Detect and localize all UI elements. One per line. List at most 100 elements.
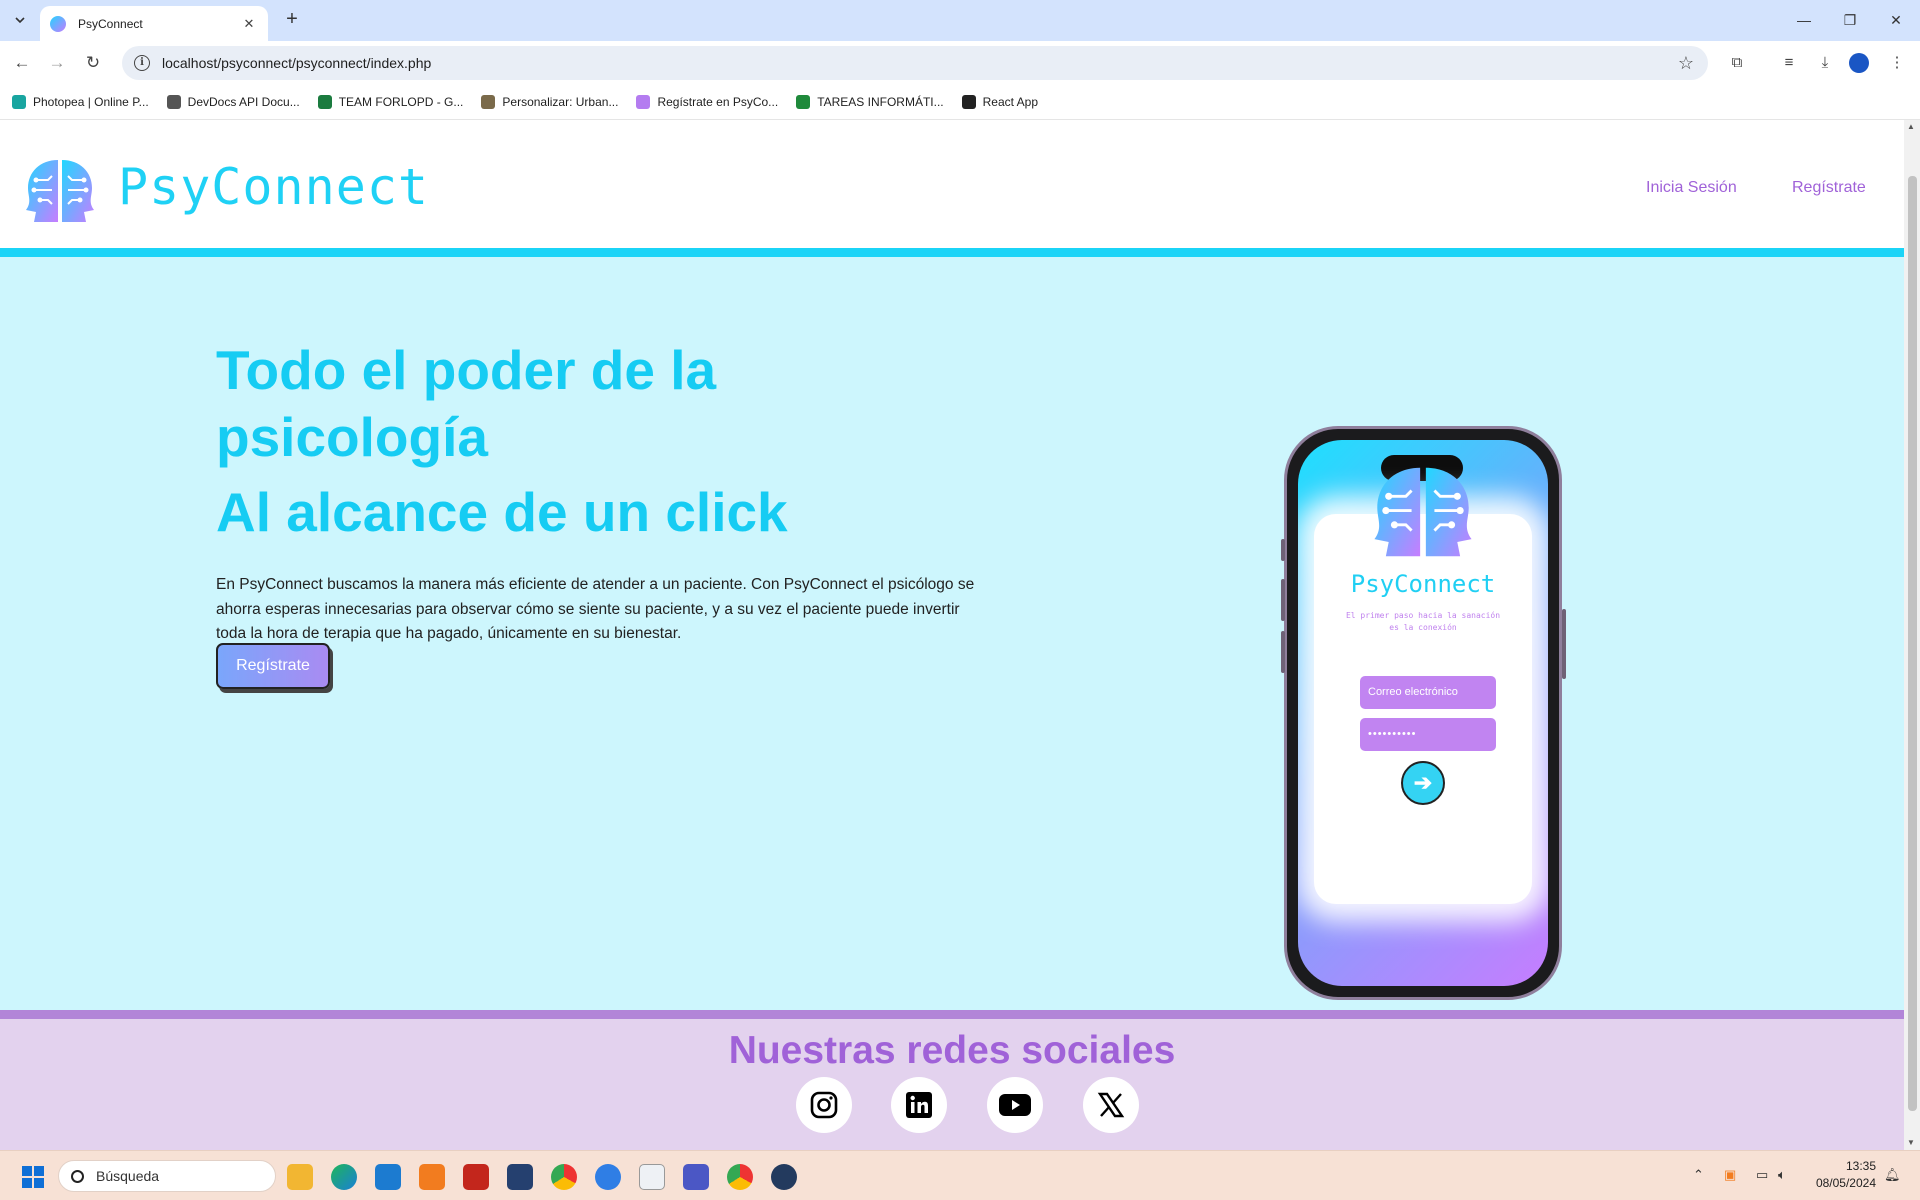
- forward-button[interactable]: →: [44, 50, 70, 76]
- bookmark-item[interactable]: Personalizar: Urban...: [481, 94, 619, 109]
- bookmark-label: DevDocs API Docu...: [187, 94, 300, 109]
- profile-avatar[interactable]: [1849, 53, 1869, 73]
- taskbar-clock[interactable]: 13:35 08/05/2024: [1806, 1158, 1876, 1192]
- volume-icon[interactable]: 🔈︎: [1778, 1167, 1786, 1183]
- mockup-password-field: ••••••••••: [1360, 718, 1496, 751]
- mockup-arrow-right-icon: ➔: [1401, 761, 1445, 805]
- bookmark-item[interactable]: TEAM FORLOPD - G...: [317, 94, 464, 109]
- bookmark-label: React App: [982, 94, 1039, 109]
- bookmark-label: Regístrate en PsyCo...: [657, 94, 779, 109]
- scroll-up-icon[interactable]: ▲: [1907, 122, 1915, 131]
- bookmark-favicon-icon: [961, 94, 976, 109]
- address-bar[interactable]: i localhost/psyconnect/psyconnect/index.…: [122, 46, 1708, 80]
- bookmarks-bar: Photopea | Online P... DevDocs API Docu..…: [0, 84, 1920, 120]
- new-tab-button[interactable]: +: [280, 8, 304, 32]
- tab-title: PsyConnect: [78, 16, 143, 31]
- restore-button[interactable]: ❐: [1838, 10, 1862, 30]
- notepad-icon[interactable]: [639, 1164, 665, 1190]
- mockup-brand: PsyConnect: [1350, 570, 1496, 598]
- bookmark-item[interactable]: React App: [961, 94, 1039, 109]
- psyconnect-favicon-icon: [50, 15, 66, 32]
- xampp-icon[interactable]: [419, 1164, 445, 1190]
- media-controls-icon[interactable]: ≡: [1778, 53, 1800, 73]
- register-cta-button[interactable]: Regístrate: [216, 643, 330, 689]
- windows-start-icon[interactable]: [22, 1166, 44, 1188]
- clock-date: 08/05/2024: [1815, 1176, 1876, 1190]
- bookmark-favicon-icon: [12, 94, 26, 109]
- x-twitter-icon[interactable]: [1083, 1077, 1139, 1133]
- filezilla-icon[interactable]: [463, 1164, 489, 1190]
- page-viewport: PsyConnect Inicia Sesión Regístrate Todo…: [0, 120, 1904, 1150]
- vscode-icon[interactable]: [375, 1164, 401, 1190]
- bookmark-favicon-icon: [796, 94, 811, 109]
- bookmark-item[interactable]: TAREAS INFORMÁTI...: [796, 94, 944, 109]
- bookmark-item[interactable]: Regístrate en PsyCo...: [636, 94, 779, 109]
- mockup-logo-icon: [1374, 467, 1472, 557]
- bookmark-favicon-icon: [636, 94, 651, 109]
- tray-overflow-icon[interactable]: ⌃: [1693, 1167, 1704, 1183]
- chrome-profile-icon[interactable]: [727, 1164, 753, 1190]
- back-button[interactable]: ←: [9, 50, 35, 76]
- phone-side-button: [1281, 539, 1285, 561]
- scrollbar-thumb[interactable]: [1908, 176, 1917, 1111]
- taskbar-search-placeholder: Búsqueda: [96, 1168, 160, 1184]
- chrome-icon[interactable]: [551, 1164, 577, 1190]
- psyconnect-logo-icon[interactable]: [22, 156, 98, 226]
- bookmark-favicon-icon: [166, 94, 181, 109]
- brand-name[interactable]: PsyConnect: [118, 158, 429, 216]
- bookmark-label: TEAM FORLOPD - G...: [338, 94, 464, 109]
- clock-time: 13:35: [1845, 1159, 1876, 1173]
- hero-title: Todo el poder de la psicología: [216, 339, 717, 468]
- bookmark-favicon-icon: [317, 94, 332, 109]
- browser-toolbar: ← → ↻ i localhost/psyconnect/psyconnect/…: [0, 41, 1920, 84]
- bookmark-item[interactable]: DevDocs API Docu...: [166, 94, 300, 109]
- hero-section: Todo el poder de la psicología Al alcanc…: [0, 257, 1904, 1010]
- instagram-icon[interactable]: [796, 1077, 852, 1133]
- scroll-down-icon[interactable]: ▼: [1907, 1138, 1915, 1147]
- tab-search-button[interactable]: [8, 8, 32, 32]
- url-text[interactable]: localhost/psyconnect/psyconnect/index.ph…: [162, 55, 1678, 71]
- bookmark-favicon-icon: [481, 94, 496, 109]
- bookmark-item[interactable]: Photopea | Online P...: [12, 94, 149, 109]
- site-info-icon[interactable]: i: [134, 55, 150, 71]
- phone-screen: PsyConnect El primer paso hacia la sanac…: [1298, 440, 1548, 986]
- hero-subtitle: Al alcance de un click: [216, 481, 788, 543]
- close-window-button[interactable]: ✕: [1884, 10, 1908, 30]
- edge-icon[interactable]: [331, 1164, 357, 1190]
- youtube-icon[interactable]: [987, 1077, 1043, 1133]
- windows-taskbar: Búsqueda ⌃ ▣ ▭ 🔈︎ 13:35 08/05/2024 🔔︎: [0, 1150, 1920, 1200]
- xampp-tray-icon[interactable]: ▣: [1724, 1167, 1736, 1183]
- browser-tab-strip: PsyConnect ✕ + — ❐ ✕: [0, 0, 1920, 41]
- bookmark-star-icon[interactable]: ☆: [1678, 53, 1694, 74]
- teams-icon[interactable]: [683, 1164, 709, 1190]
- search-icon: [71, 1169, 84, 1183]
- network-icon[interactable]: ▭: [1756, 1167, 1768, 1183]
- register-link[interactable]: Regístrate: [1792, 179, 1866, 197]
- site-header: PsyConnect Inicia Sesión Regístrate: [0, 120, 1904, 257]
- mockup-email-field: Correo electrónico: [1360, 676, 1496, 709]
- linkedin-icon[interactable]: [891, 1077, 947, 1133]
- phone-mockup: PsyConnect El primer paso hacia la sanac…: [1281, 426, 1566, 1000]
- notification-bell-icon[interactable]: 🔔︎: [1884, 1167, 1901, 1183]
- bookmark-label: Personalizar: Urban...: [502, 94, 619, 109]
- phone-side-button: [1562, 609, 1566, 679]
- thunderbird-icon[interactable]: [595, 1164, 621, 1190]
- reload-button[interactable]: ↻: [80, 50, 106, 76]
- page-scrollbar[interactable]: ▲ ▼: [1904, 120, 1920, 1150]
- file-explorer-icon[interactable]: [287, 1164, 313, 1190]
- menu-icon[interactable]: ⋮: [1886, 53, 1908, 73]
- site-footer: Nuestras redes sociales: [0, 1010, 1904, 1150]
- extensions-icon[interactable]: ⧉: [1726, 53, 1748, 73]
- taskbar-search[interactable]: Búsqueda: [58, 1160, 276, 1192]
- login-link[interactable]: Inicia Sesión: [1646, 179, 1737, 197]
- bookmark-label: Photopea | Online P...: [33, 94, 149, 109]
- phone-side-button: [1281, 579, 1285, 621]
- hero-description: En PsyConnect buscamos la manera más efi…: [216, 576, 975, 642]
- close-tab-icon[interactable]: ✕: [240, 16, 258, 32]
- mysql-workbench-icon[interactable]: [507, 1164, 533, 1190]
- app-icon[interactable]: [771, 1164, 797, 1190]
- downloads-icon[interactable]: ⤓: [1814, 53, 1836, 73]
- browser-tab[interactable]: PsyConnect ✕: [40, 6, 268, 41]
- minimize-button[interactable]: —: [1792, 10, 1816, 30]
- bookmark-label: TAREAS INFORMÁTI...: [817, 94, 944, 109]
